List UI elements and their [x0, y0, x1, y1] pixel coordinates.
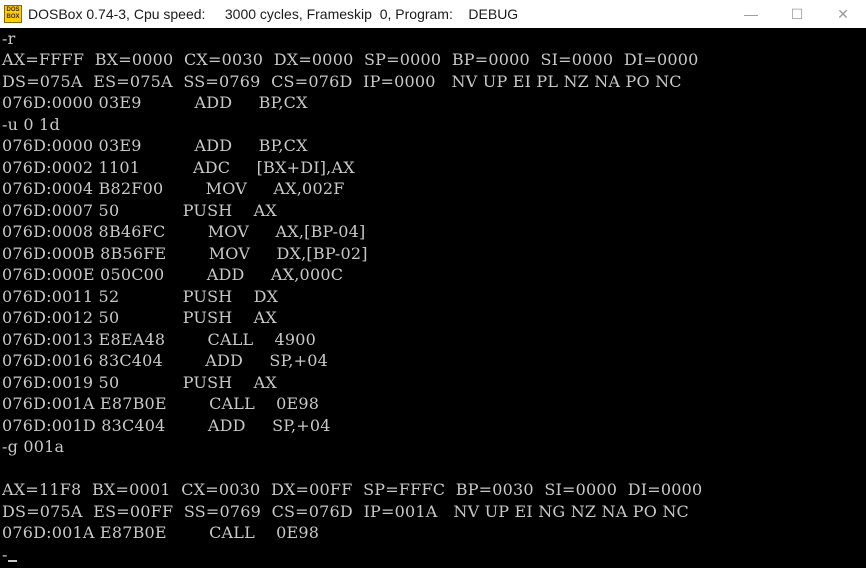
terminal-line: 076D:0007 50 PUSH AX [2, 201, 277, 220]
terminal-line: 076D:0004 B82F00 MOV AX,002F [2, 179, 345, 198]
maximize-button[interactable]: ☐ [774, 0, 820, 28]
terminal-line: 076D:000B 8B56FE MOV DX,[BP-02] [2, 244, 368, 263]
terminal-line: DS=075A ES=075A SS=0769 CS=076D IP=0000 … [2, 72, 682, 91]
terminal-line: 076D:0000 03E9 ADD BP,CX [2, 93, 308, 112]
terminal-line: 076D:0016 83C404 ADD SP,+04 [2, 351, 328, 370]
window-title: DOSBox 0.74-3, Cpu speed: 3000 cycles, F… [28, 6, 519, 22]
terminal-line: 076D:0000 03E9 ADD BP,CX [2, 136, 308, 155]
terminal-line: AX=FFFF BX=0000 CX=0030 DX=0000 SP=0000 … [2, 50, 699, 69]
terminal-line: -g 001a [2, 437, 65, 456]
dos-terminal[interactable]: -r AX=FFFF BX=0000 CX=0030 DX=0000 SP=00… [0, 28, 866, 568]
close-icon: ✕ [837, 5, 849, 22]
terminal-line: 076D:0002 1101 ADC [BX+DI],AX [2, 158, 355, 177]
minimize-icon: — [744, 6, 758, 22]
terminal-line: 076D:001D 83C404 ADD SP,+04 [2, 416, 331, 435]
terminal-line: 076D:001A E87B0E CALL 0E98 [2, 394, 320, 413]
terminal-line: 076D:0013 E8EA48 CALL 4900 [2, 330, 317, 349]
terminal-line: -u 0 1d [2, 115, 60, 134]
app-icon-text-top: DOS [6, 7, 20, 13]
terminal-line: 076D:000E 050C00 ADD AX,000C [2, 265, 344, 284]
terminal-line: 076D:001A E87B0E CALL 0E98 [2, 523, 320, 542]
app-icon-text-bottom: BOX [6, 14, 20, 20]
close-button[interactable]: ✕ [820, 0, 866, 28]
terminal-line: 076D:0011 52 PUSH DX [2, 287, 279, 306]
text-cursor [7, 560, 17, 562]
minimize-button[interactable]: — [728, 0, 774, 28]
terminal-line: 076D:0019 50 PUSH AX [2, 373, 277, 392]
dosbox-app-icon[interactable]: DOS BOX [4, 5, 22, 23]
terminal-line: AX=11F8 BX=0001 CX=0030 DX=00FF SP=FFFC … [2, 480, 703, 499]
terminal-line: -r [2, 29, 16, 48]
terminal-line: 076D:0012 50 PUSH AX [2, 308, 277, 327]
dosbox-window: DOS BOX DOSBox 0.74-3, Cpu speed: 3000 c… [0, 0, 866, 568]
terminal-prompt-line[interactable]: - [2, 544, 17, 565]
terminal-line: 076D:0008 8B46FC MOV AX,[BP-04] [2, 222, 366, 241]
title-bar[interactable]: DOS BOX DOSBox 0.74-3, Cpu speed: 3000 c… [0, 0, 866, 28]
window-controls: — ☐ ✕ [728, 0, 866, 28]
maximize-icon: ☐ [790, 5, 804, 22]
terminal-line: DS=075A ES=00FF SS=0769 CS=076D IP=001A … [2, 502, 689, 521]
